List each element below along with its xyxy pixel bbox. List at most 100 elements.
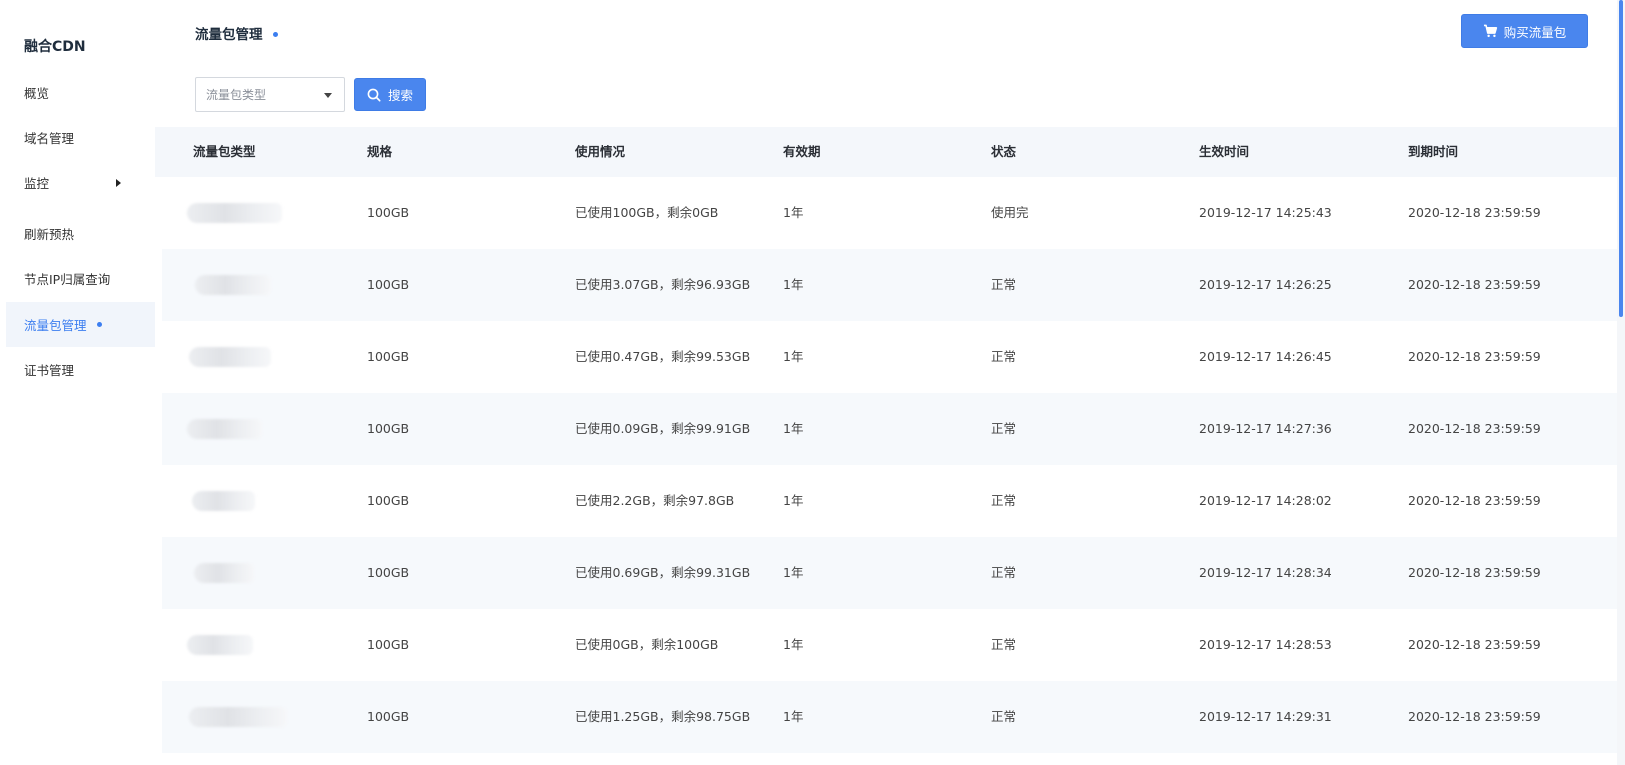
- cell-spec: 100GB: [367, 205, 410, 220]
- table-row: 100GB 已使用0.69GB，剩余99.31GB 1年 正常 2019-12-17 1…: [162, 537, 1617, 609]
- column-header-validity: 有效期: [783, 144, 821, 159]
- cell-usage: 已使用1.25GB，剩余98.75GB: [575, 709, 751, 724]
- sidebar-item-label: 流量包管理: [24, 318, 87, 333]
- cell-validity: 1年: [783, 349, 804, 364]
- cell-validity: 1年: [783, 205, 804, 220]
- buy-button-label: 购买流量包: [1503, 24, 1567, 40]
- table-row: 100GB 已使用3.07GB，剩余96.93GB 1年 正常 2019-12-17 1…: [162, 249, 1617, 321]
- buy-traffic-package-button[interactable]: 购买流量包: [1461, 14, 1588, 48]
- cell-spec: 100GB: [367, 637, 410, 652]
- cell-validity: 1年: [783, 277, 804, 292]
- sidebar-item-node-ip-lookup[interactable]: 节点IP归属查询: [6, 256, 155, 301]
- cell-spec: 100GB: [367, 349, 410, 364]
- redacted-package-type: [187, 635, 253, 655]
- cell-validity: 1年: [783, 565, 804, 580]
- column-header-end-time: 到期时间: [1408, 144, 1459, 159]
- cell-usage: 已使用0.47GB，剩余99.53GB: [575, 349, 751, 364]
- cell-usage: 已使用2.2GB，剩余97.8GB: [575, 493, 735, 508]
- redacted-package-type: [189, 347, 271, 367]
- sidebar-item-monitoring[interactable]: 监控: [6, 160, 155, 205]
- table-row: 100GB 已使用2.2GB，剩余97.8GB 1年 正常 2019-12-17 14:…: [162, 465, 1617, 537]
- cell-status: 正常: [991, 565, 1017, 580]
- table-header: 流量包类型 规格 使用情况 有效期 状态 生效时间 到期时间: [155, 127, 1617, 177]
- cell-end-time: 2020-12-18 23:59:59: [1408, 709, 1541, 724]
- cell-start-time: 2019-12-17 14:26:25: [1199, 277, 1332, 292]
- sidebar-item-traffic-packages[interactable]: 流量包管理: [6, 302, 155, 347]
- cell-status: 正常: [991, 421, 1017, 436]
- caret-down-icon: [324, 93, 332, 98]
- select-placeholder: 流量包类型: [206, 88, 267, 102]
- redacted-package-type: [189, 707, 287, 727]
- cell-usage: 已使用0.09GB，剩余99.91GB: [575, 421, 751, 436]
- sidebar-item-label: 域名管理: [24, 131, 75, 146]
- column-header-type: 流量包类型: [193, 144, 256, 159]
- cell-spec: 100GB: [367, 493, 410, 508]
- cell-status: 正常: [991, 709, 1017, 724]
- cell-end-time: 2020-12-18 23:59:59: [1408, 277, 1541, 292]
- cell-validity: 1年: [783, 709, 804, 724]
- table-row: 100GB 已使用0GB，剩余100GB 1年 正常 2019-12-17 14:28:…: [162, 609, 1617, 681]
- package-type-select[interactable]: 流量包类型: [195, 77, 345, 112]
- cell-start-time: 2019-12-17 14:28:53: [1199, 637, 1332, 652]
- sidebar-item-label: 刷新预热: [24, 227, 75, 242]
- cell-end-time: 2020-12-18 23:59:59: [1408, 205, 1541, 220]
- sidebar-item-refresh-preload[interactable]: 刷新预热: [6, 211, 155, 256]
- sidebar-item-domains[interactable]: 域名管理: [6, 115, 155, 160]
- sidebar-title: 融合CDN: [24, 39, 86, 55]
- cell-status: 正常: [991, 277, 1017, 292]
- caret-right-icon: [116, 178, 121, 187]
- cell-end-time: 2020-12-18 23:59:59: [1408, 565, 1541, 580]
- sidebar-item-label: 监控: [24, 176, 50, 191]
- cell-spec: 100GB: [367, 709, 410, 724]
- page-title: 流量包管理: [195, 23, 278, 43]
- cell-end-time: 2020-12-18 23:59:59: [1408, 637, 1541, 652]
- cell-validity: 1年: [783, 637, 804, 652]
- table-row: 100GB 已使用1.25GB，剩余98.75GB 1年 正常 2019-12-17 1…: [162, 681, 1617, 753]
- search-button[interactable]: 搜索: [354, 78, 426, 111]
- column-header-usage: 使用情况: [575, 144, 626, 159]
- cell-end-time: 2020-12-18 23:59:59: [1408, 349, 1541, 364]
- cell-start-time: 2019-12-17 14:25:43: [1199, 205, 1332, 220]
- search-button-label: 搜索: [387, 88, 413, 103]
- cell-start-time: 2019-12-17 14:28:02: [1199, 493, 1332, 508]
- search-icon: [367, 88, 381, 102]
- cell-status: 正常: [991, 349, 1017, 364]
- sidebar-item-overview[interactable]: 概览: [6, 70, 155, 115]
- cell-usage: 已使用0GB，剩余100GB: [575, 637, 719, 652]
- cell-end-time: 2020-12-18 23:59:59: [1408, 493, 1541, 508]
- redacted-package-type: [192, 491, 255, 511]
- cell-spec: 100GB: [367, 277, 410, 292]
- cell-start-time: 2019-12-17 14:28:34: [1199, 565, 1332, 580]
- sidebar-item-label: 节点IP归属查询: [24, 272, 111, 287]
- redacted-package-type: [187, 419, 262, 439]
- sidebar-item-certificates[interactable]: 证书管理: [6, 347, 155, 392]
- cell-start-time: 2019-12-17 14:27:36: [1199, 421, 1332, 436]
- cell-end-time: 2020-12-18 23:59:59: [1408, 421, 1541, 436]
- cell-spec: 100GB: [367, 565, 410, 580]
- cell-status: 正常: [991, 493, 1017, 508]
- table-row: 100GB 已使用0.47GB，剩余99.53GB 1年 正常 2019-12-17 1…: [162, 321, 1617, 393]
- column-header-start-time: 生效时间: [1199, 144, 1250, 159]
- redacted-package-type: [187, 203, 282, 223]
- cell-spec: 100GB: [367, 421, 410, 436]
- scrollbar-thumb[interactable]: [1619, 0, 1623, 317]
- column-header-status: 状态: [991, 144, 1017, 159]
- cell-usage: 已使用3.07GB，剩余96.93GB: [575, 277, 751, 292]
- active-dot-icon: [96, 322, 102, 327]
- cell-validity: 1年: [783, 493, 804, 508]
- cell-usage: 已使用0.69GB，剩余99.31GB: [575, 565, 751, 580]
- table-row: 100GB 已使用100GB，剩余0GB 1年 使用完 2019-12-17 14:25…: [162, 177, 1617, 249]
- redacted-package-type: [195, 275, 271, 295]
- table-row: 100GB 已使用0.09GB，剩余99.91GB 1年 正常 2019-12-17 1…: [162, 393, 1617, 465]
- title-dot-icon: [272, 32, 278, 37]
- column-header-spec: 规格: [367, 144, 393, 159]
- cell-start-time: 2019-12-17 14:26:45: [1199, 349, 1332, 364]
- main-panel: 流量包管理 购买流量包 流量包类型 搜索 流量包类型 规格 使用情况 有效期 状…: [155, 0, 1617, 765]
- app-window: 融合CDN 概览 域名管理 监控 刷新预热 节点IP归属查询 流量包管理 证书管…: [0, 0, 1625, 765]
- cart-icon: [1483, 24, 1497, 38]
- cell-status: 正常: [991, 637, 1017, 652]
- redacted-package-type: [194, 563, 254, 583]
- cell-start-time: 2019-12-17 14:29:31: [1199, 709, 1332, 724]
- cell-validity: 1年: [783, 421, 804, 436]
- sidebar-item-label: 证书管理: [24, 363, 75, 378]
